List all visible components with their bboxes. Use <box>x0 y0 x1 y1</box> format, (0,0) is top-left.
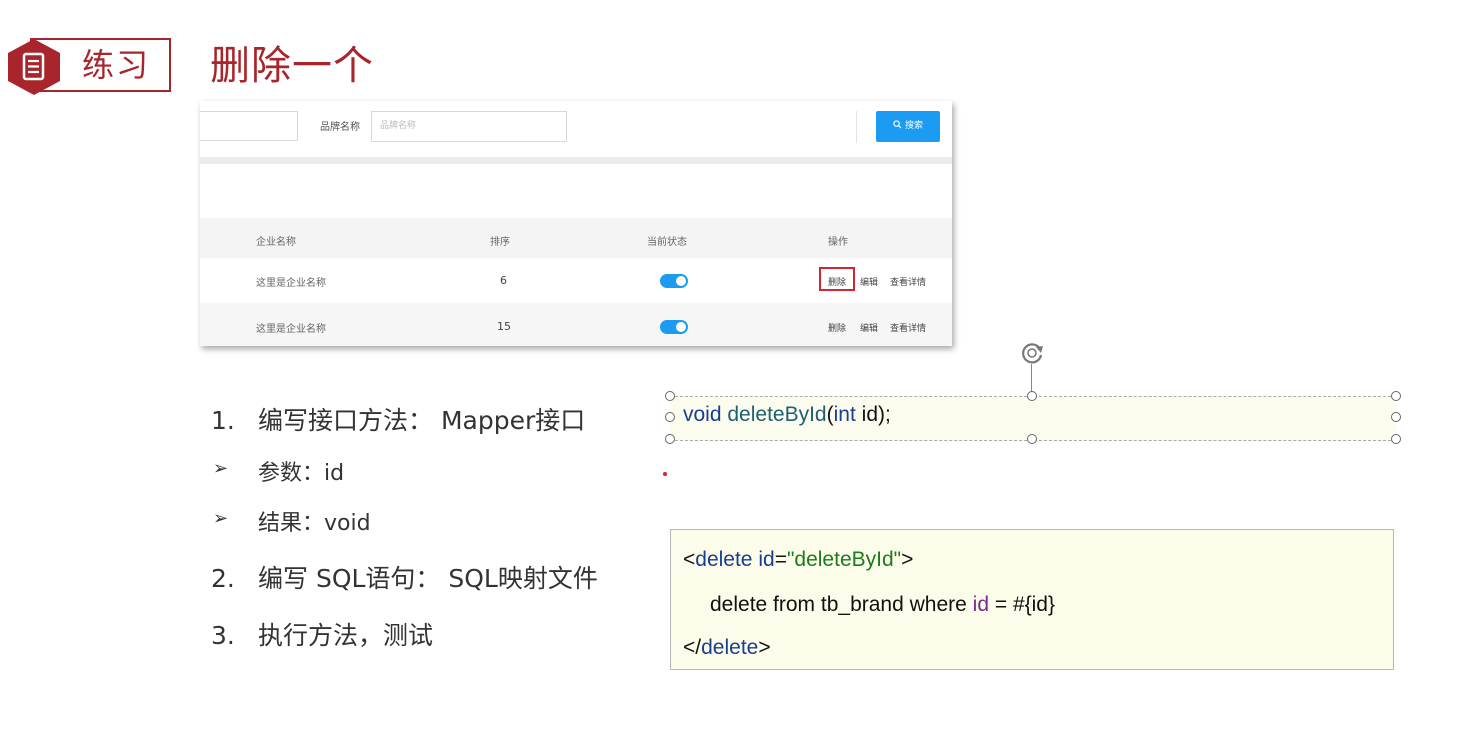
arrow-bullet-icon: ➢ <box>213 508 229 529</box>
table-row-name: 这里是企业名称 <box>256 324 326 335</box>
step-3-text: 执行方法，测试 <box>258 621 434 650</box>
slide-title: 删除一个 <box>210 43 374 89</box>
view-details-action[interactable]: 查看详情 <box>890 321 926 334</box>
resize-handle[interactable] <box>1391 391 1401 401</box>
filter-input-left[interactable] <box>200 111 298 141</box>
sql-text: delete from tb_brand where <box>710 593 973 616</box>
brand-name-label: 品牌名称 <box>320 122 360 133</box>
code-param: id <box>861 403 879 426</box>
section-divider <box>200 157 952 164</box>
rotate-handle-icon[interactable] <box>1016 337 1048 369</box>
document-icon <box>8 39 60 95</box>
code-close: ); <box>878 403 891 426</box>
code-keyword-void: void <box>683 403 722 426</box>
edit-action[interactable]: 编辑 <box>860 321 878 334</box>
xml-open-tag-line: <delete id="deleteById"> <box>683 548 913 572</box>
column-header-status: 当前状态 <box>647 237 687 248</box>
sql-text-end: = #{id} <box>989 593 1055 616</box>
red-dot-marker <box>663 472 667 476</box>
delete-action[interactable]: 删除 <box>828 321 846 334</box>
status-toggle[interactable] <box>660 274 688 288</box>
divider <box>856 111 857 143</box>
brand-name-input[interactable]: 品牌名称 <box>371 111 567 142</box>
step-2: 2. 编写 SQL语句： SQL映射文件 <box>211 559 598 595</box>
step-1-text: 编写接口方法： Mapper接口 <box>258 406 586 435</box>
sub-item-result: 结果：void <box>258 511 371 536</box>
xml-tag-name: delete <box>695 548 753 571</box>
column-header-actions: 操作 <box>828 237 848 248</box>
interface-code-line: void deleteById(int id); <box>683 403 891 427</box>
table-row-order: 6 <box>500 274 507 287</box>
step-1-number: 1. <box>211 406 235 435</box>
column-header-name: 企业名称 <box>256 237 296 248</box>
resize-handle[interactable] <box>665 434 675 444</box>
resize-handle[interactable] <box>1027 434 1037 444</box>
xml-sql-line: delete from tb_brand where id = #{id} <box>710 593 1055 617</box>
xml-bracket: </ <box>683 636 702 659</box>
table-row-order: 15 <box>497 320 511 333</box>
step-1: 1. 编写接口方法： Mapper接口 <box>211 401 585 437</box>
column-header-order: 排序 <box>490 237 510 248</box>
brand-list-screenshot: 品牌名称 品牌名称 搜索 企业名称 排序 当前状态 操作 这里是企业名称 6 删… <box>200 101 952 346</box>
section-label: 练习 <box>82 46 151 84</box>
status-toggle[interactable] <box>660 320 688 334</box>
sql-field: id <box>972 593 990 616</box>
code-open-paren: ( <box>826 403 834 426</box>
xml-bracket: < <box>683 548 696 571</box>
table-row-name: 这里是企业名称 <box>256 278 326 289</box>
step-2-text: 编写 SQL语句： SQL映射文件 <box>258 564 598 593</box>
edit-action[interactable]: 编辑 <box>860 275 878 288</box>
sub-item-params: 参数：id <box>258 461 345 486</box>
code-method-name: deleteById <box>727 403 827 426</box>
xml-close-tag-line: </delete> <box>683 636 771 660</box>
step-3: 3. 执行方法，测试 <box>211 616 433 652</box>
xml-attr-name: id <box>758 548 775 571</box>
resize-handle[interactable] <box>1391 434 1401 444</box>
delete-highlight-box <box>819 267 855 291</box>
resize-handle[interactable] <box>665 412 675 422</box>
xml-bracket: > <box>901 548 914 571</box>
xml-bracket: > <box>758 636 771 659</box>
search-button[interactable]: 搜索 <box>876 111 940 142</box>
resize-handle[interactable] <box>1391 412 1401 422</box>
resize-handle[interactable] <box>1027 391 1037 401</box>
step-3-number: 3. <box>211 621 235 650</box>
arrow-bullet-icon: ➢ <box>213 458 229 479</box>
resize-handle[interactable] <box>665 391 675 401</box>
search-button-label: 搜索 <box>904 121 923 131</box>
code-keyword-int: int <box>833 403 856 426</box>
search-icon <box>893 120 902 129</box>
xml-close-tag-name: delete <box>701 636 759 659</box>
step-2-number: 2. <box>211 564 235 593</box>
view-details-action[interactable]: 查看详情 <box>890 275 926 288</box>
xml-attr-eq: = <box>774 548 787 571</box>
xml-attr-value: "deleteById" <box>786 548 902 571</box>
